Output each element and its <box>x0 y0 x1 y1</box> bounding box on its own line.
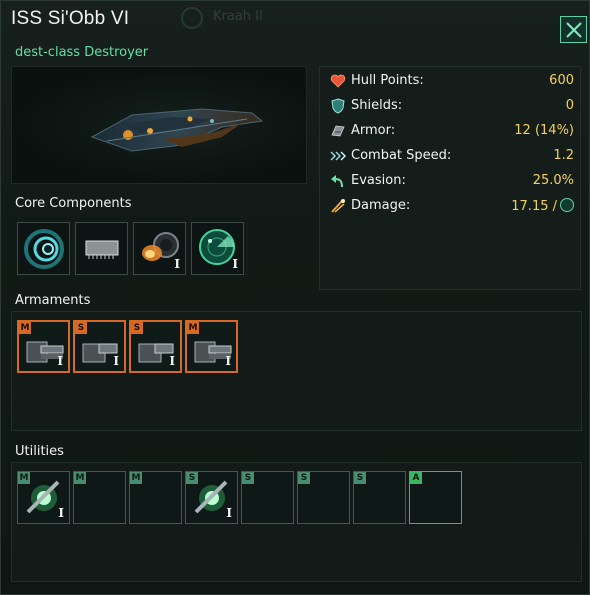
tier-label: I <box>232 257 238 271</box>
stat-value: 1.2 <box>553 148 574 163</box>
ship-class-label: dest-class Destroyer <box>15 45 149 60</box>
slot-size-badge: S <box>298 472 310 484</box>
slot-size-badge: M <box>74 472 86 484</box>
heart-icon <box>330 74 346 88</box>
slot-size-badge: A <box>410 472 422 484</box>
utility-slot-empty[interactable]: S <box>297 471 350 524</box>
ftl-drive-icon <box>24 229 64 269</box>
armaments-heading: Armaments <box>15 293 91 308</box>
utility-slot[interactable]: S I <box>185 471 238 524</box>
stat-value-wrap: 17.15 / <box>511 198 574 214</box>
utility-slot-empty[interactable]: S <box>353 471 406 524</box>
stat-label: Combat Speed: <box>351 148 452 163</box>
stat-label: Evasion: <box>351 173 406 188</box>
weapon-slot[interactable]: S I <box>73 320 126 373</box>
slot-size-badge: S <box>75 322 87 334</box>
slot-size-badge: M <box>19 322 31 334</box>
stat-evasion: Evasion: 25.0% <box>328 171 574 191</box>
background-ghost-text <box>23 573 93 589</box>
background-emblem-icon <box>181 7 203 29</box>
weapon-slot[interactable]: M I <box>185 320 238 373</box>
damage-icon <box>331 199 345 213</box>
stat-label: Armor: <box>351 123 396 138</box>
per-day-icon <box>560 198 574 212</box>
tier-label: I <box>57 354 63 368</box>
utility-slot-empty[interactable]: S <box>241 471 294 524</box>
computer-chip-icon <box>85 240 119 259</box>
stat-value: 17.15 / <box>511 199 557 214</box>
slot-size-badge: S <box>186 472 198 484</box>
shield-icon <box>331 98 345 114</box>
stat-combat-speed: Combat Speed: 1.2 <box>328 146 574 166</box>
utility-slot-empty[interactable]: M <box>73 471 126 524</box>
weapon-slot[interactable]: M I <box>17 320 70 373</box>
stat-value: 25.0% <box>532 173 574 188</box>
evasion-icon <box>331 175 343 188</box>
tier-label: I <box>113 354 119 368</box>
weapon-slot[interactable]: S I <box>129 320 182 373</box>
tier-label: I <box>226 506 232 520</box>
slot-size-badge: M <box>18 472 30 484</box>
stat-value: 12 (14%) <box>514 123 574 138</box>
slot-size-badge: S <box>354 472 366 484</box>
aux-slot-empty[interactable]: A <box>409 471 462 524</box>
stat-value: 600 <box>549 73 574 88</box>
core-components-heading: Core Components <box>15 196 132 211</box>
slot-size-badge: S <box>131 322 143 334</box>
slot-size-badge: S <box>242 472 254 484</box>
tier-label: I <box>169 354 175 368</box>
background-tab-text: Kraah II <box>213 9 263 24</box>
stat-damage: Damage: 17.15 / <box>328 196 574 216</box>
slot-size-badge: M <box>130 472 142 484</box>
ship-details-window: Kraah II ISS Si'Obb VI dest-class Destro… <box>0 0 590 595</box>
utility-slot[interactable]: M I <box>17 471 70 524</box>
core-slot-sensor[interactable]: I <box>191 222 244 275</box>
close-button[interactable] <box>560 16 587 43</box>
destroyer-ship-image <box>90 108 264 152</box>
tier-label: I <box>174 257 180 271</box>
stat-label: Damage: <box>351 198 411 213</box>
background-tab-ghost: Kraah II <box>181 5 301 31</box>
armor-icon <box>331 125 345 137</box>
stat-hull-points: Hull Points: 600 <box>328 71 574 91</box>
core-slot-computer[interactable] <box>75 222 128 275</box>
stat-label: Shields: <box>351 98 403 113</box>
speed-icon <box>330 151 346 161</box>
utilities-heading: Utilities <box>15 444 64 459</box>
tier-label: I <box>225 354 231 368</box>
stat-label: Hull Points: <box>351 73 424 88</box>
close-icon <box>566 22 582 38</box>
ship-stats-panel: Hull Points: 600 Shields: 0 Armor: 12 (1… <box>319 66 581 290</box>
ship-preview <box>11 66 307 184</box>
stat-shields: Shields: 0 <box>328 96 574 116</box>
stat-value: 0 <box>565 98 574 113</box>
utility-slot-empty[interactable]: M <box>129 471 182 524</box>
core-slot-ftl[interactable] <box>17 222 70 275</box>
core-slot-thruster[interactable]: I <box>133 222 186 275</box>
slot-size-badge: M <box>187 322 199 334</box>
stat-armor: Armor: 12 (14%) <box>328 121 574 141</box>
ship-name-title: ISS Si'Obb VI <box>11 8 130 29</box>
tier-label: I <box>58 506 64 520</box>
